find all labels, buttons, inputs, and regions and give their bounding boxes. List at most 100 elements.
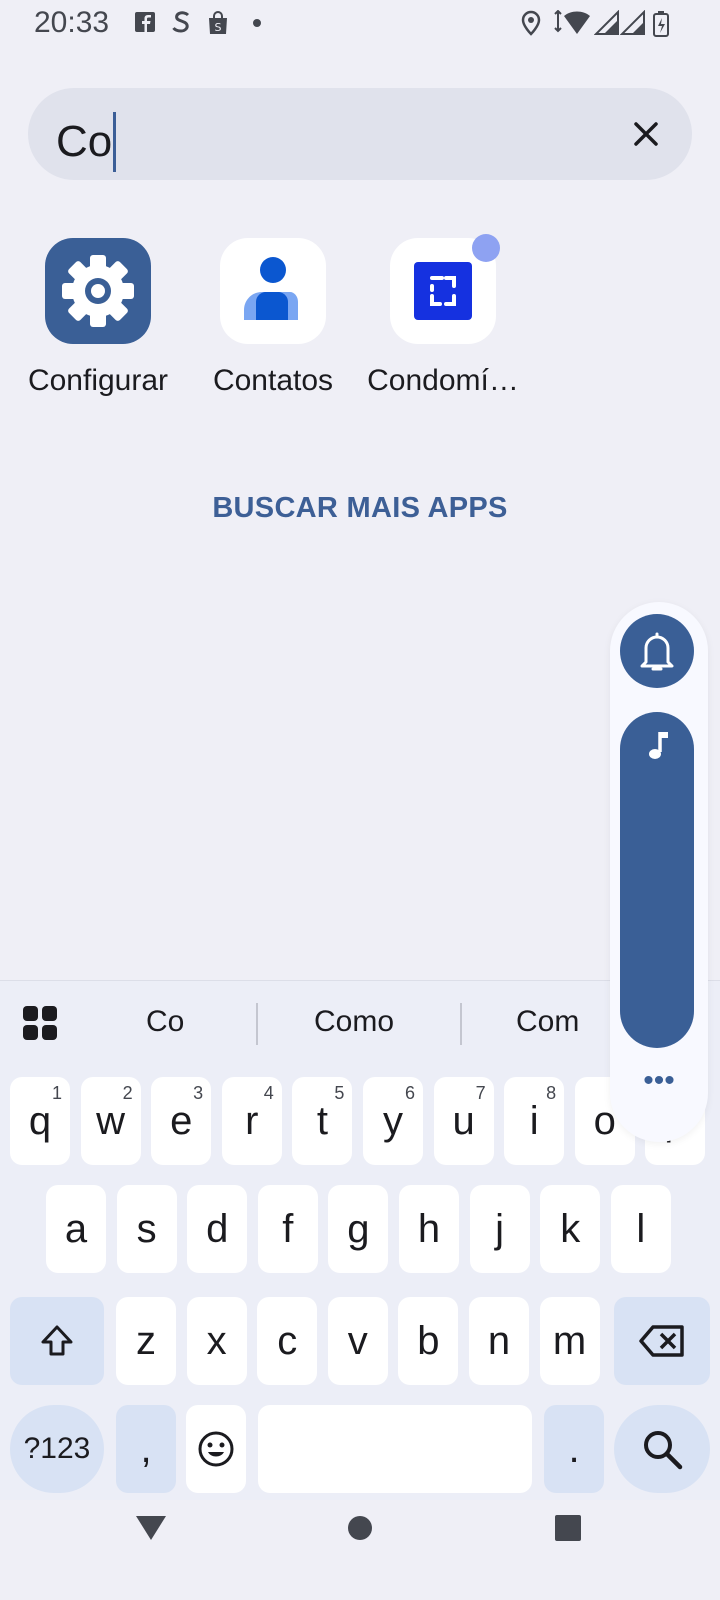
key-label: z bbox=[136, 1318, 156, 1363]
media-volume-slider[interactable] bbox=[620, 712, 694, 1048]
search-query-text: Co bbox=[56, 117, 113, 166]
key-m[interactable]: m bbox=[539, 1297, 600, 1385]
search-icon bbox=[644, 1431, 683, 1470]
key-v[interactable]: v bbox=[327, 1297, 388, 1385]
music-note-icon bbox=[649, 732, 668, 759]
key-x[interactable]: x bbox=[186, 1297, 247, 1385]
key-label: a bbox=[64, 1206, 88, 1251]
key-w[interactable]: w2 bbox=[80, 1077, 141, 1165]
wifi-icon bbox=[554, 10, 590, 34]
key-label: l bbox=[636, 1206, 646, 1251]
key-label: b bbox=[417, 1318, 440, 1363]
app-label: Configurar bbox=[27, 364, 169, 397]
key-hint: 7 bbox=[475, 1083, 486, 1103]
key-hint: 5 bbox=[334, 1083, 345, 1103]
key-g[interactable]: g bbox=[328, 1185, 389, 1273]
space-key[interactable] bbox=[258, 1405, 532, 1493]
app-result-condominio[interactable]: Condomí… bbox=[358, 234, 528, 398]
key-label: f bbox=[282, 1206, 294, 1251]
key-label: j bbox=[495, 1206, 505, 1251]
battery-charging-icon bbox=[653, 11, 669, 37]
app-label: Contatos bbox=[212, 364, 334, 397]
key-hint: 8 bbox=[546, 1083, 557, 1103]
volume-panel: ••• bbox=[610, 602, 708, 1142]
symbols-key[interactable]: ?123 bbox=[10, 1405, 104, 1493]
key-label: c bbox=[277, 1318, 298, 1363]
status-bar: 20:33 S bbox=[0, 0, 720, 48]
key-d[interactable]: d bbox=[187, 1185, 248, 1273]
suggestion-divider bbox=[460, 1003, 462, 1045]
key-h[interactable]: h bbox=[399, 1185, 459, 1273]
back-icon[interactable] bbox=[134, 1514, 168, 1542]
key-r[interactable]: r4 bbox=[221, 1077, 282, 1165]
period-key[interactable]: . bbox=[544, 1405, 604, 1493]
app-result-contatos[interactable]: Contatos bbox=[188, 238, 358, 398]
key-label: k bbox=[560, 1206, 581, 1251]
key-l[interactable]: l bbox=[610, 1185, 671, 1273]
key-label: h bbox=[417, 1206, 441, 1251]
app-result-configurar[interactable]: Configurar bbox=[13, 238, 183, 398]
key-label: t bbox=[316, 1098, 328, 1143]
comma-key[interactable]: , bbox=[116, 1405, 176, 1493]
key-n[interactable]: n bbox=[469, 1297, 529, 1385]
bell-icon bbox=[640, 632, 674, 671]
navigation-bar bbox=[0, 1500, 720, 1600]
signal-icon bbox=[594, 10, 619, 35]
notification-dot bbox=[472, 234, 500, 262]
app-search-bar[interactable]: Co bbox=[28, 88, 692, 180]
shift-icon bbox=[41, 1325, 73, 1356]
shift-key[interactable] bbox=[10, 1297, 104, 1385]
skype-icon bbox=[172, 11, 190, 33]
emoji-key[interactable] bbox=[186, 1405, 246, 1493]
volume-more-button[interactable]: ••• bbox=[610, 1066, 708, 1096]
shopping-bag-icon: S bbox=[209, 11, 227, 34]
key-hint: 2 bbox=[122, 1083, 133, 1103]
key-label: v bbox=[347, 1318, 368, 1363]
key-hint: 4 bbox=[263, 1083, 274, 1103]
home-icon[interactable] bbox=[346, 1514, 374, 1542]
settings-gear-icon bbox=[45, 238, 151, 344]
backspace-icon bbox=[639, 1325, 684, 1357]
key-b[interactable]: b bbox=[398, 1297, 459, 1385]
key-i[interactable]: i8 bbox=[504, 1077, 565, 1165]
backspace-key[interactable] bbox=[614, 1297, 710, 1385]
svg-text:S: S bbox=[215, 21, 222, 34]
key-label: y bbox=[383, 1098, 403, 1143]
key-hint: 6 bbox=[404, 1083, 415, 1103]
key-label: x bbox=[206, 1318, 227, 1363]
key-f[interactable]: f bbox=[257, 1185, 318, 1273]
key-j[interactable]: j bbox=[469, 1185, 530, 1273]
contacts-person-icon bbox=[220, 238, 326, 344]
search-input[interactable]: Co bbox=[56, 112, 117, 172]
location-icon bbox=[521, 10, 541, 36]
key-k[interactable]: k bbox=[540, 1185, 601, 1273]
key-u[interactable]: u7 bbox=[433, 1077, 494, 1165]
key-c[interactable]: c bbox=[257, 1297, 318, 1385]
recents-icon[interactable] bbox=[554, 1514, 582, 1542]
key-label: w bbox=[96, 1098, 126, 1143]
key-z[interactable]: z bbox=[116, 1297, 176, 1385]
key-label: e bbox=[170, 1098, 193, 1143]
suggestion-item[interactable]: Como bbox=[314, 1005, 394, 1039]
close-icon[interactable] bbox=[628, 116, 664, 152]
facebook-icon bbox=[135, 12, 155, 32]
key-e[interactable]: e3 bbox=[151, 1077, 212, 1165]
app-label: Condomí… bbox=[367, 364, 519, 397]
apps-grid-icon[interactable] bbox=[22, 1005, 58, 1041]
key-y[interactable]: y6 bbox=[363, 1077, 423, 1165]
condominio-app-icon bbox=[390, 234, 500, 344]
key-t[interactable]: t5 bbox=[292, 1077, 353, 1165]
search-key[interactable] bbox=[614, 1405, 710, 1493]
suggestion-item[interactable]: Co bbox=[146, 1005, 184, 1039]
text-cursor bbox=[113, 112, 117, 172]
ring-volume-button[interactable] bbox=[620, 614, 694, 688]
more-dot-icon bbox=[253, 19, 261, 27]
key-q[interactable]: q1 bbox=[10, 1077, 70, 1165]
search-more-apps-button[interactable]: BUSCAR MAIS APPS bbox=[0, 492, 720, 525]
key-s[interactable]: s bbox=[116, 1185, 177, 1273]
emoji-icon bbox=[198, 1431, 234, 1467]
key-a[interactable]: a bbox=[46, 1185, 106, 1273]
key-label: q bbox=[28, 1098, 52, 1143]
key-label: d bbox=[206, 1206, 229, 1251]
suggestion-item[interactable]: Com bbox=[516, 1005, 579, 1039]
